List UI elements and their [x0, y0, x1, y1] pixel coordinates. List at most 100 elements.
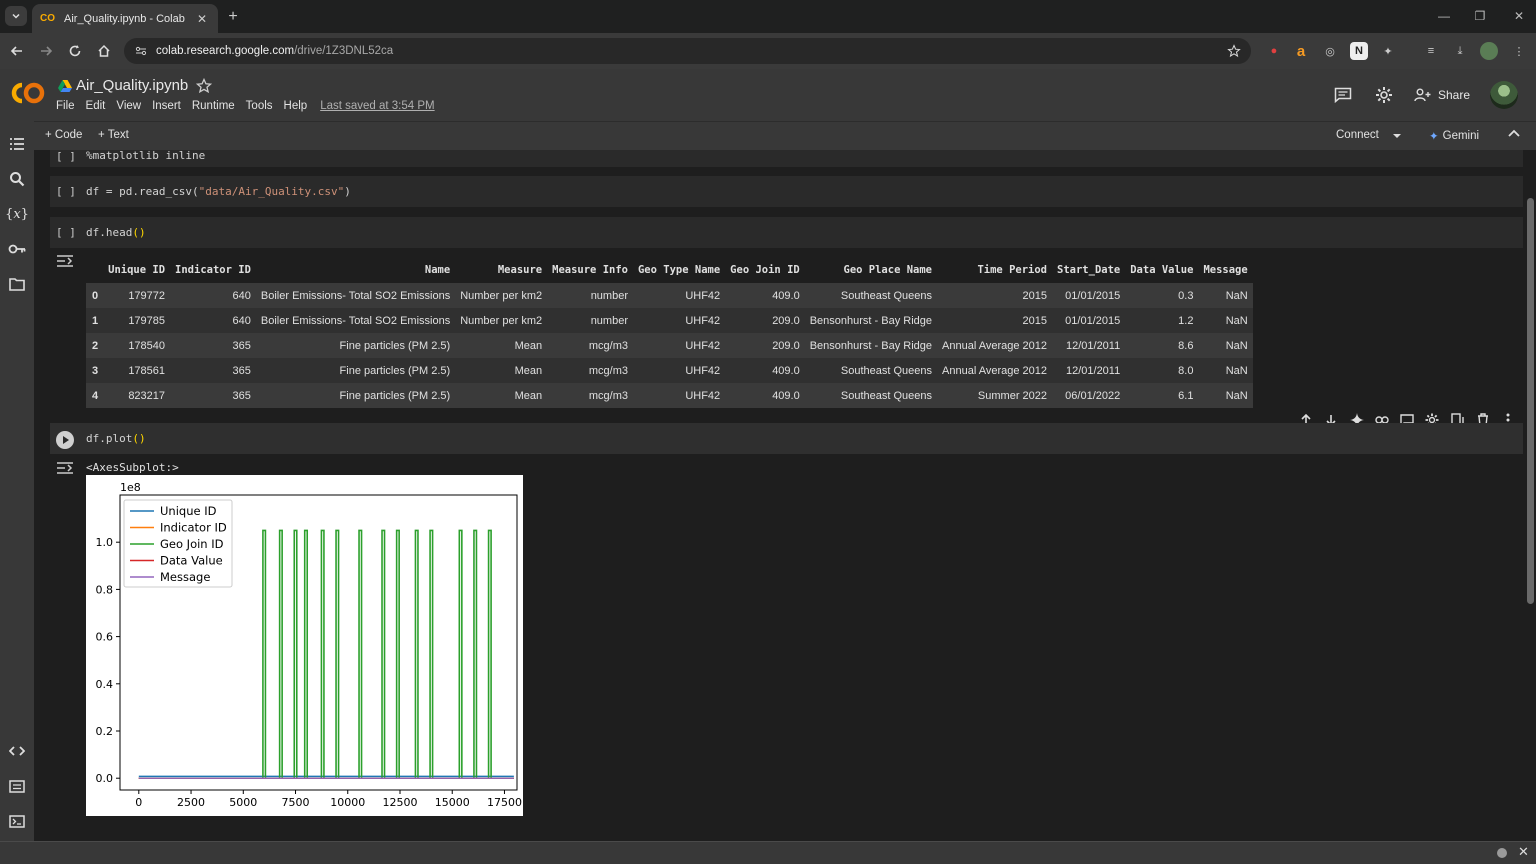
- files-folder-icon[interactable]: [6, 273, 28, 295]
- table-cell: Boiler Emissions- Total SO2 Emissions: [255, 283, 456, 308]
- gemini-sparkle-icon: ✦: [1429, 131, 1439, 143]
- tab-close-icon[interactable]: ✕: [194, 11, 210, 27]
- reload-button[interactable]: [64, 40, 86, 62]
- colab-logo-icon[interactable]: [10, 81, 46, 105]
- table-cell: UHF42: [632, 308, 726, 333]
- back-button[interactable]: [6, 40, 28, 62]
- menu-runtime[interactable]: Runtime: [192, 100, 235, 112]
- amazon-extension-icon[interactable]: a: [1292, 42, 1310, 60]
- table-cell: 8.6: [1125, 333, 1199, 358]
- code-cell-read-csv[interactable]: [ ] df = pd.read_csv("data/Air_Quality.c…: [50, 176, 1523, 207]
- chrome-menu-icon[interactable]: ⋮: [1510, 42, 1528, 60]
- code-text: df = pd.read_csv(: [86, 185, 199, 198]
- status-bar: ✕: [0, 841, 1536, 864]
- table-cell: 209.0: [725, 308, 805, 333]
- user-avatar[interactable]: [1490, 81, 1518, 109]
- window-close-icon[interactable]: ✕: [1505, 6, 1533, 26]
- collapse-header-icon[interactable]: [1508, 129, 1520, 139]
- secrets-key-icon[interactable]: [6, 238, 28, 260]
- extension-red-icon[interactable]: ●: [1265, 42, 1283, 60]
- cell-bracket[interactable]: [ ]: [56, 185, 76, 198]
- cell-toolbar: + Code + Text Connect ✦ Gemini: [34, 121, 1536, 150]
- last-saved-link[interactable]: Last saved at 3:54 PM: [320, 100, 434, 112]
- connect-button[interactable]: Connect: [1336, 129, 1379, 141]
- menu-file[interactable]: File: [56, 100, 75, 112]
- column-header: Measure Info: [552, 263, 628, 276]
- add-code-cell-button[interactable]: + Code: [45, 129, 82, 141]
- gemini-button[interactable]: ✦ Gemini: [1429, 129, 1479, 143]
- menu-help[interactable]: Help: [284, 100, 308, 112]
- cell-bracket[interactable]: [ ]: [56, 226, 76, 239]
- menu-tools[interactable]: Tools: [246, 100, 273, 112]
- table-cell: Mean: [455, 333, 548, 358]
- table-of-contents-icon[interactable]: [6, 133, 28, 155]
- comment-icon: [1334, 87, 1352, 103]
- connect-dropdown-icon[interactable]: [1392, 132, 1402, 140]
- home-button[interactable]: [93, 40, 115, 62]
- restore-icon[interactable]: ❐: [1466, 6, 1494, 26]
- terminal-icon[interactable]: [6, 810, 28, 832]
- bookmark-star-icon[interactable]: [1227, 44, 1241, 58]
- column-header: Geo Join ID: [730, 263, 800, 276]
- scroll-thumb[interactable]: [1527, 198, 1534, 604]
- code-cell-plot[interactable]: df.plot(): [50, 423, 1523, 454]
- tab-search-button[interactable]: [5, 6, 27, 26]
- table-row: 0 179772 640 Boiler Emissions- Total SO2…: [86, 283, 1253, 308]
- gemini-label: Gemini: [1442, 130, 1480, 142]
- share-button[interactable]: Share: [1414, 84, 1470, 106]
- table-header-row: Unique ID Indicator ID Name Measure Meas…: [86, 256, 1253, 283]
- table-cell: 1.2: [1125, 308, 1199, 333]
- cell-bracket[interactable]: [ ]: [56, 150, 76, 163]
- table-cell: number: [547, 308, 633, 333]
- cell-code[interactable]: df = pd.read_csv("data/Air_Quality.csv"): [86, 185, 351, 198]
- table-cell: 178540: [103, 333, 171, 358]
- code-cell-matplotlib[interactable]: [ ] %matplotlib inline: [50, 150, 1523, 167]
- cell-code[interactable]: %matplotlib inline: [86, 150, 205, 162]
- site-info-icon[interactable]: [134, 44, 148, 58]
- browser-tab-strip: CO Air_Quality.ipynb - Colab ✕ + — ❐ ✕: [0, 0, 1536, 33]
- profile-avatar-icon[interactable]: [1480, 42, 1498, 60]
- status-close-icon[interactable]: ✕: [1518, 844, 1529, 860]
- table-cell: Boiler Emissions- Total SO2 Emissions: [255, 308, 456, 333]
- tab-title: Air_Quality.ipynb - Colab: [64, 12, 185, 25]
- extensions-puzzle-icon[interactable]: ✦: [1379, 42, 1397, 60]
- table-row: 4 823217 365 Fine particles (PM 2.5) Mea…: [86, 383, 1253, 408]
- new-tab-button[interactable]: +: [224, 8, 242, 26]
- address-bar[interactable]: colab.research.google.com/drive/1Z3DNL52…: [124, 38, 1251, 64]
- output-menu-icon[interactable]: [56, 254, 74, 268]
- run-cell-button[interactable]: [56, 431, 74, 449]
- y-tick-label: 0.6: [96, 631, 114, 644]
- legend-label: Geo Join ID: [160, 537, 224, 551]
- comments-button[interactable]: [1333, 85, 1353, 105]
- variables-icon[interactable]: {𝑥}: [5, 203, 29, 225]
- table-cell: Southeast Queens: [804, 283, 938, 308]
- notebook-scrollbar[interactable]: [1527, 150, 1534, 836]
- url-path: /drive/1Z3DNL52ca: [294, 45, 394, 57]
- forward-button[interactable]: [35, 40, 57, 62]
- extension-eyes-icon[interactable]: ◎: [1321, 42, 1339, 60]
- output-menu-icon[interactable]: [56, 461, 74, 475]
- extension-n-icon[interactable]: N: [1350, 42, 1368, 60]
- minimize-icon[interactable]: —: [1430, 6, 1458, 26]
- code-cell-head[interactable]: [ ] df.head(): [50, 217, 1523, 248]
- cell-code[interactable]: df.plot(): [86, 432, 146, 445]
- add-text-cell-button[interactable]: + Text: [98, 129, 129, 141]
- command-palette-icon[interactable]: [6, 775, 28, 797]
- search-icon[interactable]: [6, 168, 28, 190]
- browser-tab-active[interactable]: CO Air_Quality.ipynb - Colab ✕: [32, 4, 218, 33]
- code-snippets-icon[interactable]: [6, 740, 28, 762]
- column-header: Geo Type Name: [637, 263, 721, 276]
- menu-edit[interactable]: Edit: [86, 100, 106, 112]
- table-cell: 01/01/2015: [1052, 308, 1126, 333]
- menu-view[interactable]: View: [116, 100, 141, 112]
- menu-insert[interactable]: Insert: [152, 100, 181, 112]
- cell-code[interactable]: df.head(): [86, 226, 146, 239]
- downloads-icon[interactable]: ⤓: [1451, 42, 1469, 60]
- media-queue-icon[interactable]: ≡: [1422, 42, 1440, 60]
- menu-bar: File Edit View Insert Runtime Tools Help…: [56, 100, 446, 112]
- star-icon[interactable]: [196, 78, 212, 94]
- code-parens: (): [132, 432, 146, 445]
- table-cell: Fine particles (PM 2.5): [255, 358, 456, 383]
- notebook-title[interactable]: Air_Quality.ipynb: [76, 77, 188, 94]
- settings-button[interactable]: [1374, 85, 1394, 105]
